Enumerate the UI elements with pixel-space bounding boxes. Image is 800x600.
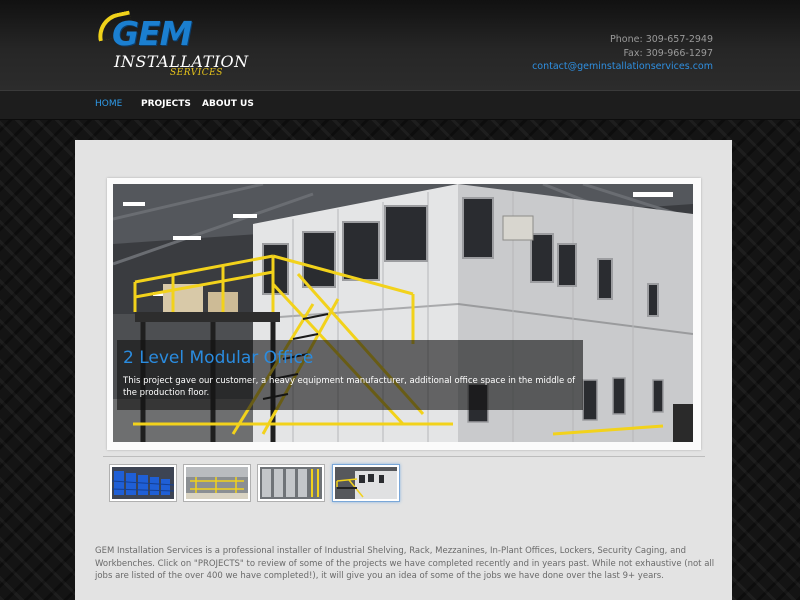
main-content: 2 Level Modular Office This project gave… <box>75 140 732 600</box>
thumbnail-2[interactable] <box>183 464 251 502</box>
thumbnail-divider <box>103 456 705 457</box>
contact-info: Phone: 309-657-2949 Fax: 309-966-1297 co… <box>532 33 713 74</box>
email-link[interactable]: contact@geminstallationservices.com <box>532 60 713 74</box>
thumbnail-4[interactable] <box>332 464 400 502</box>
nav-item-home[interactable]: HOME <box>95 99 122 109</box>
nav-item-about-us[interactable]: ABOUT US <box>202 99 254 109</box>
logo-tag-text: SERVICES <box>170 68 223 78</box>
fax-number: Fax: 309-966-1297 <box>623 47 713 59</box>
slide-title: 2 Level Modular Office <box>123 348 314 368</box>
thumbnail-3[interactable] <box>257 464 325 502</box>
phone-number: Phone: 309-657-2949 <box>610 34 713 45</box>
nav-item-projects[interactable]: PROJECTS <box>141 99 191 109</box>
thumbnail-1[interactable] <box>109 464 177 502</box>
thumbnail-3-image <box>260 467 322 499</box>
thumbnail-2-image <box>186 467 248 499</box>
slide-description: This project gave our customer, a heavy … <box>123 376 576 398</box>
site-header: GEM INSTALLATION SERVICES Phone: 309-657… <box>0 0 800 91</box>
thumbnail-1-image <box>112 467 174 499</box>
logo-main-text: GEM <box>112 14 192 53</box>
main-nav: HOME PROJECTS ABOUT US <box>0 91 800 120</box>
thumbnail-4-image <box>335 467 397 499</box>
intro-paragraph: GEM Installation Services is a professio… <box>95 546 715 582</box>
image-slider: 2 Level Modular Office This project gave… <box>107 178 701 450</box>
slide-image[interactable]: 2 Level Modular Office This project gave… <box>113 184 693 442</box>
gem-logo[interactable]: GEM INSTALLATION SERVICES <box>93 10 248 78</box>
slide-caption: 2 Level Modular Office This project gave… <box>117 340 583 410</box>
